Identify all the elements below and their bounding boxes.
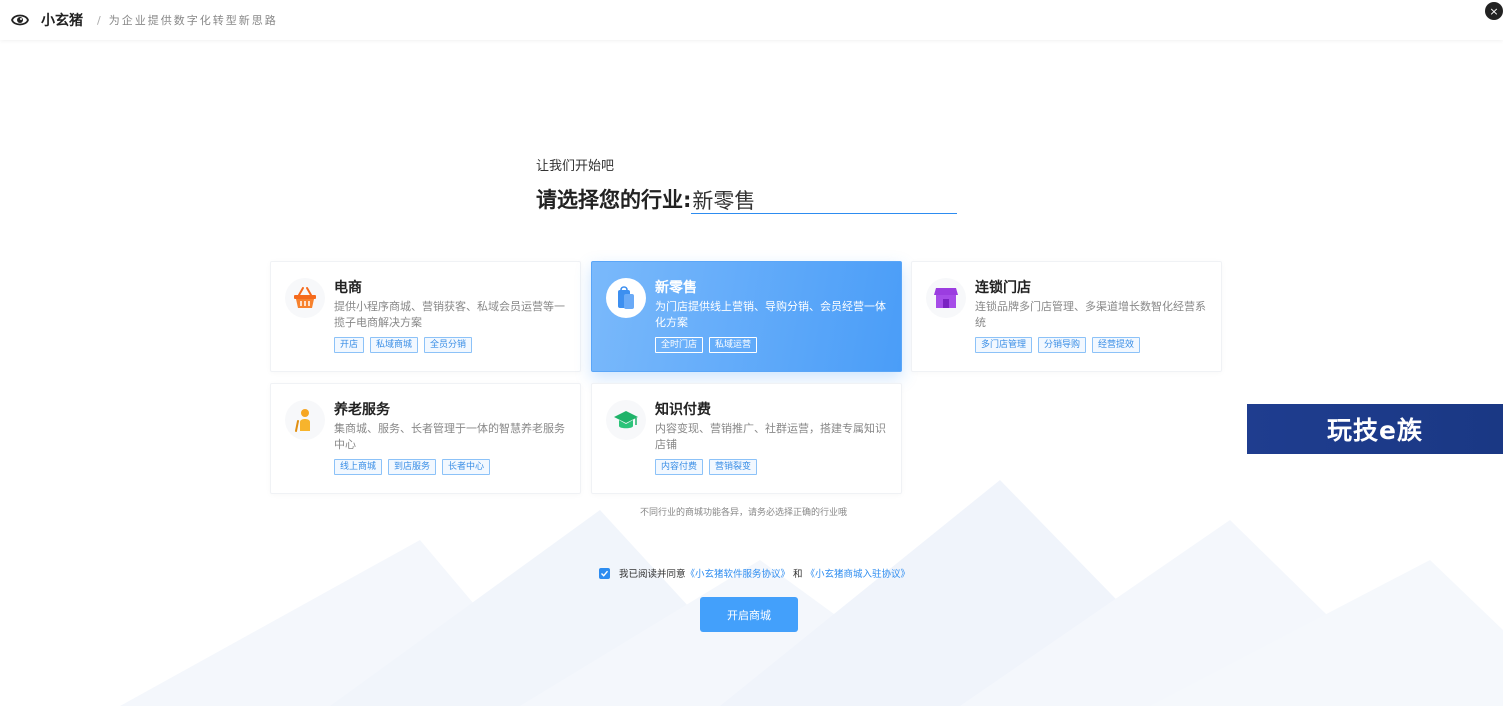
- service-agreement-link[interactable]: 《小玄猪软件服务协议》: [686, 566, 791, 580]
- watermark-banner: 玩技e族: [1247, 404, 1503, 454]
- industry-card-new-retail[interactable]: 新零售 为门店提供线上营销、导购分销、会员经营一体化方案 全时门店 私域运营: [591, 261, 902, 372]
- storefront-icon: [926, 278, 966, 318]
- agreement-prefix: 我已阅读并同意: [619, 569, 686, 580]
- tag: 全员分销: [424, 337, 473, 353]
- card-tags: 线上商城 到店服务 长者中心: [334, 459, 491, 475]
- close-icon: ×: [1489, 4, 1499, 18]
- tag: 线上商城: [334, 459, 383, 475]
- card-title: 新零售: [655, 280, 697, 296]
- intro-text: 让我们开始吧: [536, 159, 615, 174]
- card-title: 连锁门店: [975, 280, 1031, 296]
- industry-question-label: 请选择您的行业:: [536, 188, 692, 212]
- card-title: 知识付费: [655, 402, 711, 418]
- eye-logo-icon[interactable]: [10, 10, 30, 30]
- tag: 分销导购: [1038, 337, 1087, 353]
- industry-card-chain-store[interactable]: 连锁门店 连锁品牌多门店管理、多渠道增长数智化经营系统 多门店管理 分销导购 经…: [911, 261, 1222, 372]
- tag: 开店: [334, 337, 365, 353]
- card-tags: 开店 私域商城 全员分销: [334, 337, 473, 353]
- elderly-person-icon: [285, 400, 325, 440]
- mall-agreement-link[interactable]: 《小玄猪商城入驻协议》: [806, 566, 911, 580]
- tag: 内容付费: [655, 459, 704, 475]
- industry-input[interactable]: [691, 186, 958, 214]
- tag: 到店服务: [388, 459, 437, 475]
- graduation-cap-icon: [606, 400, 646, 440]
- watermark-text: 玩技e族: [1327, 416, 1423, 445]
- agreement-conjunction: 和: [793, 569, 803, 580]
- card-title: 养老服务: [334, 402, 390, 418]
- card-tags: 内容付费 营销裂变: [655, 459, 758, 475]
- top-bar: 小玄猪 / 为企业提供数字化转型新思路 ×: [0, 0, 1503, 40]
- close-button[interactable]: ×: [1485, 2, 1503, 20]
- industry-question: 请选择您的行业:: [536, 184, 958, 214]
- start-mall-button[interactable]: 开启商城: [700, 597, 798, 632]
- card-description: 集商城、服务、长者管理于一体的智慧养老服务中心: [334, 422, 565, 451]
- brand-name[interactable]: 小玄猪: [41, 10, 83, 30]
- industry-card-paid-knowledge[interactable]: 知识付费 内容变现、营销推广、社群运营，搭建专属知识店铺 内容付费 营销裂变: [591, 383, 902, 494]
- industry-card-elderly-care[interactable]: 养老服务 集商城、服务、长者管理于一体的智慧养老服务中心 线上商城 到店服务 长…: [270, 383, 581, 494]
- agreement-checkbox[interactable]: [599, 567, 610, 579]
- tag: 长者中心: [442, 459, 491, 475]
- shopping-bag-icon: [606, 278, 646, 318]
- basket-icon: [285, 278, 325, 318]
- tag: 私域商城: [370, 337, 419, 353]
- brand-slogan: 为企业提供数字化转型新思路: [108, 14, 278, 27]
- checkmark-icon: [601, 570, 609, 577]
- card-description: 内容变现、营销推广、社群运营，搭建专属知识店铺: [655, 422, 886, 451]
- card-tags: 全时门店 私域运营: [655, 337, 758, 353]
- card-tags: 多门店管理 分销导购 经营提效: [975, 337, 1141, 353]
- card-description: 为门店提供线上营销、导购分销、会员经营一体化方案: [655, 300, 886, 329]
- card-description: 提供小程序商城、营销获客、私域会员运营等一揽子电商解决方案: [334, 300, 565, 329]
- card-description: 连锁品牌多门店管理、多渠道增长数智化经营系统: [975, 300, 1206, 329]
- industry-hint: 不同行业的商城功能各异，请务必选择正确的行业哦: [640, 508, 848, 518]
- header-separator: /: [97, 13, 101, 27]
- tag: 多门店管理: [975, 337, 1033, 353]
- tag: 私域运营: [709, 337, 758, 353]
- agreement-row: 我已阅读并同意 《小玄猪软件服务协议》 和 《小玄猪商城入驻协议》: [599, 566, 910, 580]
- tag: 经营提效: [1092, 337, 1141, 353]
- card-title: 电商: [334, 280, 362, 296]
- industry-card-ecommerce[interactable]: 电商 提供小程序商城、营销获客、私域会员运营等一揽子电商解决方案 开店 私域商城…: [270, 261, 581, 372]
- tag: 营销裂变: [709, 459, 758, 475]
- tag: 全时门店: [655, 337, 704, 353]
